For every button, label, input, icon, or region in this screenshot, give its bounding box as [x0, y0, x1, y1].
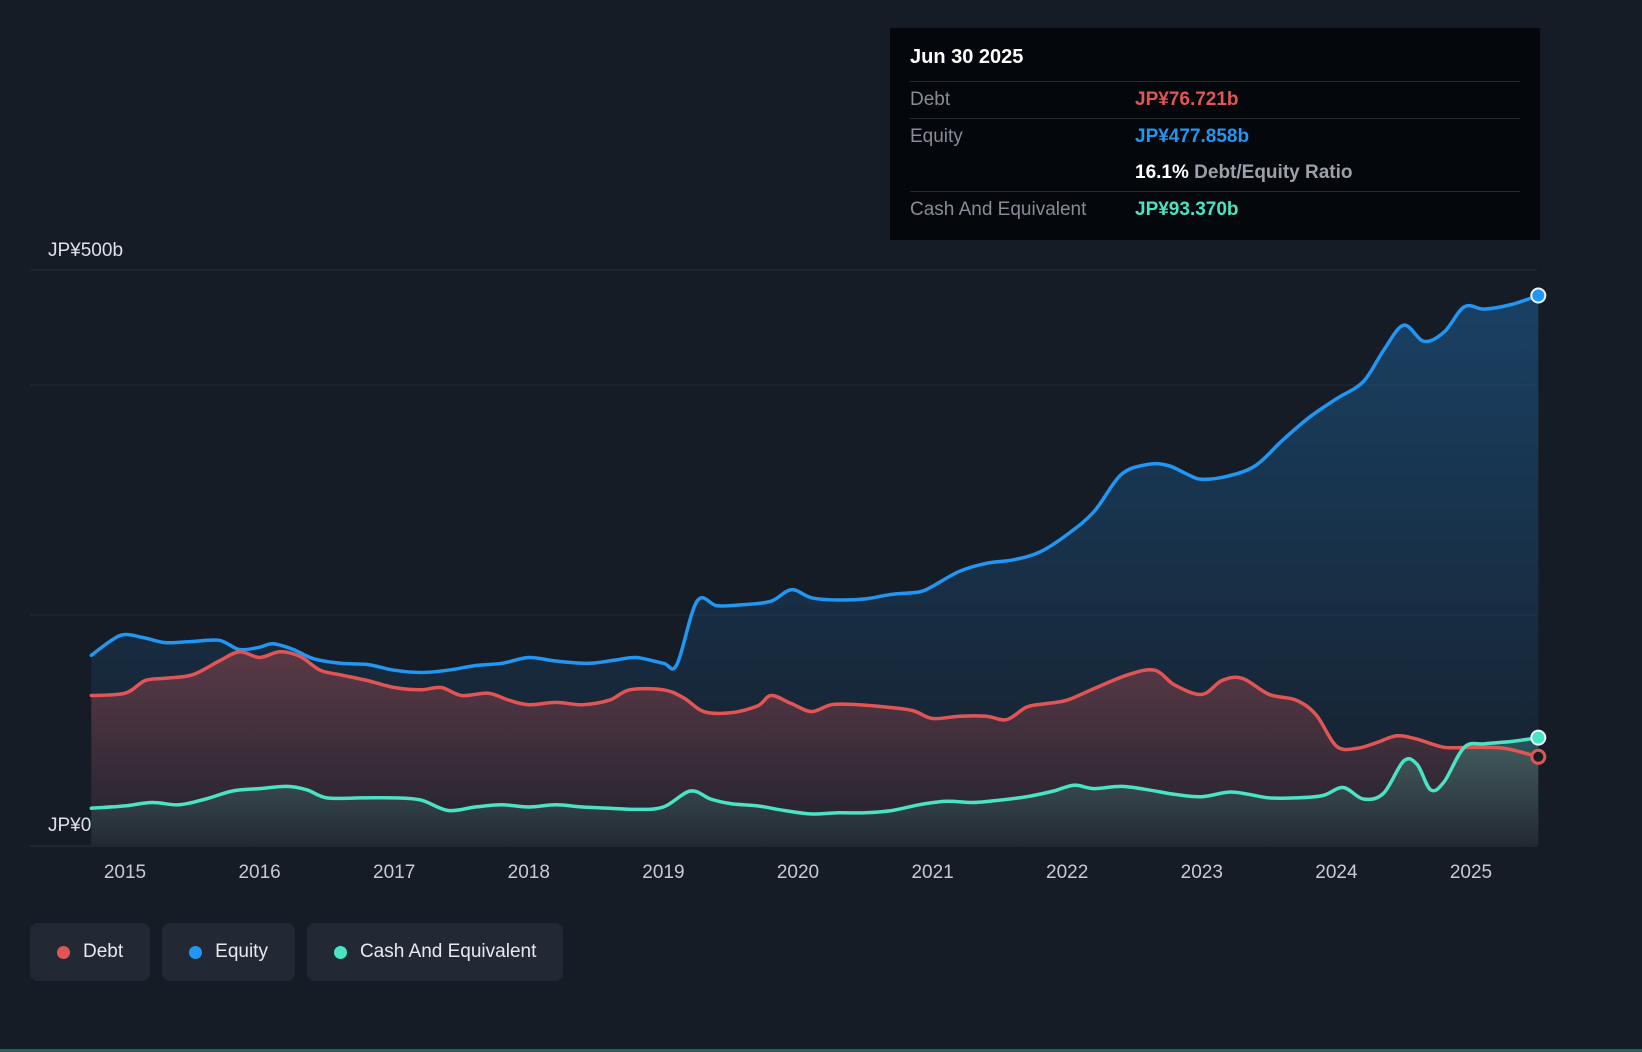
- tooltip-equity-row: Equity JP¥477.858b: [910, 119, 1520, 155]
- chart-legend: Debt Equity Cash And Equivalent: [30, 923, 563, 981]
- legend-item-cash[interactable]: Cash And Equivalent: [307, 923, 563, 981]
- x-axis-label: 2023: [1181, 862, 1223, 883]
- equity-dot-icon: [189, 946, 202, 959]
- debt-dot-icon: [57, 946, 70, 959]
- tooltip-debt-label: Debt: [910, 89, 1135, 111]
- tooltip-ratio-row: 16.1% Debt/Equity Ratio: [910, 155, 1520, 192]
- legend-label-equity: Equity: [215, 941, 268, 963]
- x-axis-label: 2019: [642, 862, 684, 883]
- legend-item-equity[interactable]: Equity: [162, 923, 295, 981]
- x-axis-label: 2024: [1315, 862, 1358, 883]
- tooltip-debt-value: JP¥76.721b: [1135, 89, 1520, 111]
- tooltip-equity-label: Equity: [910, 126, 1135, 148]
- tooltip-date: Jun 30 2025: [910, 36, 1520, 82]
- legend-item-debt[interactable]: Debt: [30, 923, 150, 981]
- x-axis-label: 2018: [508, 862, 550, 883]
- tooltip-ratio-label: Debt/Equity Ratio: [1194, 162, 1352, 183]
- tooltip-cash-value: JP¥93.370b: [1135, 199, 1520, 221]
- x-axis-label: 2017: [373, 862, 415, 883]
- x-axis-label: 2016: [238, 862, 280, 883]
- x-axis-label: 2021: [911, 862, 953, 883]
- x-axis-label: 2015: [104, 862, 146, 883]
- y-axis-label-max: JP¥500b: [48, 240, 123, 262]
- tooltip-cash-label: Cash And Equivalent: [910, 199, 1135, 221]
- x-axis-label: 2022: [1046, 862, 1088, 883]
- endpoint-marker-cash-and-equivalent: [1531, 731, 1545, 745]
- y-axis-label-zero: JP¥0: [48, 815, 91, 837]
- page: { "tooltip": { "date": "Jun 30 2025", "d…: [0, 0, 1642, 1052]
- chart-tooltip: Jun 30 2025 Debt JP¥76.721b Equity JP¥47…: [890, 28, 1540, 240]
- tooltip-equity-value: JP¥477.858b: [1135, 126, 1520, 148]
- x-axis-label: 2025: [1450, 862, 1492, 883]
- cash-dot-icon: [334, 946, 347, 959]
- tooltip-debt-row: Debt JP¥76.721b: [910, 82, 1520, 119]
- endpoint-marker-equity: [1531, 289, 1545, 303]
- endpoint-marker-debt: [1532, 750, 1545, 763]
- tooltip-ratio-value: 16.1%: [1135, 162, 1189, 183]
- x-axis-label: 2020: [777, 862, 819, 883]
- tooltip-cash-row: Cash And Equivalent JP¥93.370b: [910, 192, 1520, 228]
- legend-label-debt: Debt: [83, 941, 123, 963]
- legend-label-cash: Cash And Equivalent: [360, 941, 536, 963]
